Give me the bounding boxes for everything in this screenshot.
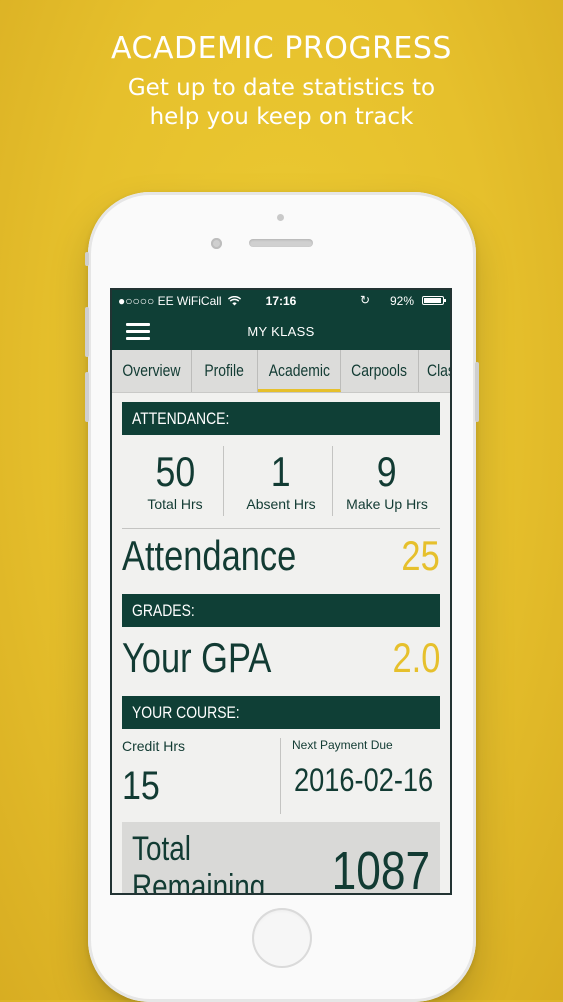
tab-overview[interactable]: Overview	[112, 350, 192, 392]
remaining-hours-value: 1087	[331, 841, 430, 895]
stat-value: 1	[271, 448, 291, 495]
section-divider	[122, 528, 440, 529]
phone-volume-down	[85, 372, 89, 422]
stat-makeup-hrs: 9 Make Up Hrs	[334, 448, 440, 512]
attendance-summary-value: 25	[401, 532, 440, 579]
tab-academic[interactable]: Academic	[258, 350, 341, 392]
tab-classes[interactable]: Clas	[419, 350, 450, 392]
stat-label: Total Hrs	[147, 496, 203, 512]
app-navbar: MY KLASS	[112, 312, 450, 350]
phone-speaker	[249, 239, 313, 247]
next-payment-label: Next Payment Due	[292, 738, 393, 752]
next-payment-block: Next Payment Due	[292, 738, 393, 752]
stat-value: 50	[155, 448, 195, 495]
credit-hrs-block: Credit Hrs	[122, 738, 185, 754]
gpa-value: 2.0	[392, 634, 440, 681]
tab-bar: Overview Profile Academic Carpools Clas	[112, 350, 450, 393]
status-bar: ●○○○○ EE WiFiCall 17:16 ↻ 92%	[112, 290, 450, 312]
promo-subline: Get up to date statistics to help you ke…	[0, 74, 563, 132]
phone-power-button	[475, 362, 479, 422]
stat-divider	[223, 446, 224, 516]
phone-home-button[interactable]	[252, 908, 312, 968]
grades-heading: GRADES:	[122, 594, 440, 627]
gpa-label: Your GPA	[122, 634, 272, 681]
promo-subline-1: Get up to date statistics to	[127, 75, 436, 101]
total-remaining-hours: Total Remaining Hours 1087	[122, 822, 440, 895]
attendance-summary: Attendance 25	[122, 532, 440, 582]
gpa-row: Your GPA 2.0	[122, 634, 440, 684]
phone-camera	[211, 238, 222, 249]
stat-value: 9	[377, 448, 397, 495]
stat-total-hrs: 50 Total Hrs	[122, 448, 228, 512]
stat-label: Make Up Hrs	[346, 496, 428, 512]
credit-hrs-value: 15	[122, 764, 160, 808]
stat-divider	[332, 446, 333, 516]
app-screen: ●○○○○ EE WiFiCall 17:16 ↻ 92% MY KLASS O…	[110, 288, 452, 895]
stat-label: Absent Hrs	[246, 496, 316, 512]
rotation-lock-icon: ↻	[359, 293, 370, 307]
credit-hrs-label: Credit Hrs	[122, 738, 186, 754]
app-title: MY KLASS	[247, 324, 315, 339]
phone-sensor	[277, 214, 284, 221]
phone-volume-up	[85, 307, 89, 357]
stat-absent-hrs: 1 Absent Hrs	[228, 448, 334, 512]
phone-mute-switch	[85, 252, 89, 266]
tab-profile[interactable]: Profile	[192, 350, 258, 392]
attendance-summary-label: Attendance	[122, 532, 297, 579]
next-payment-value: 2016-02-16	[294, 762, 434, 798]
battery-percent: 92%	[389, 294, 414, 308]
course-divider	[280, 738, 281, 814]
course-heading: YOUR COURSE:	[122, 696, 440, 729]
attendance-heading: ATTENDANCE:	[122, 402, 440, 435]
promo-subline-2: help you keep on track	[149, 104, 414, 130]
tab-carpools[interactable]: Carpools	[341, 350, 419, 392]
promo-headline: ACADEMIC PROGRESS	[111, 31, 452, 66]
battery-icon	[422, 296, 446, 305]
remaining-hours-label: Total Remaining Hours	[132, 830, 266, 895]
